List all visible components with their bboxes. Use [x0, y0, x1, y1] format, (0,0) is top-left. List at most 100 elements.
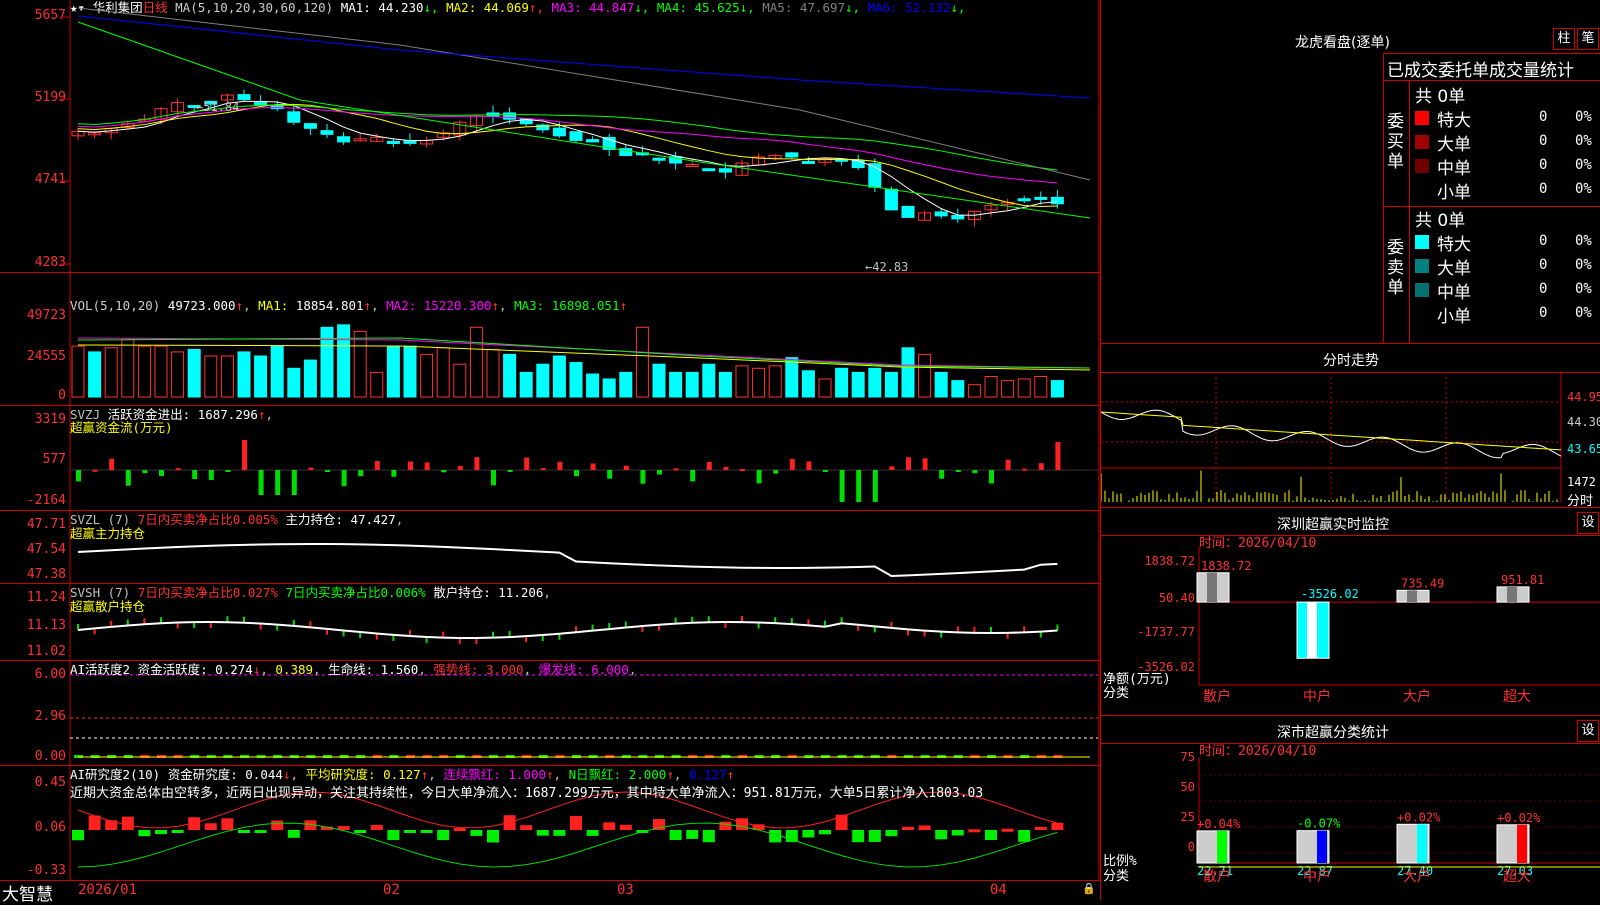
- buy-color-swatch: [1415, 135, 1429, 149]
- svzj-bar: [740, 469, 745, 472]
- svzj-bar: [1005, 459, 1011, 470]
- monitor-chart[interactable]: 1838.72 50.40 -1737.77 -3526.02 时间：2026/04/1…: [1101, 535, 1600, 715]
- classify-time: 时间：2026/04/10: [1199, 744, 1316, 759]
- candle-body: [1034, 196, 1048, 200]
- candle-body: [851, 159, 865, 169]
- volume-bar: [984, 376, 998, 398]
- candle-body: [303, 123, 317, 129]
- volume-bar: [785, 357, 799, 398]
- candle-body: [951, 215, 965, 220]
- svzj-bar: [175, 468, 181, 471]
- svzj-bar: [972, 470, 978, 474]
- classify-settings-button[interactable]: 设: [1577, 720, 1599, 742]
- volume-bar: [702, 363, 716, 398]
- sell-color-swatch: [1415, 259, 1429, 273]
- ai2-comment: 近期大资金总体由空转多，近两日出现异动，关注其持续性，今日大单净流入：1687.…: [70, 786, 984, 801]
- volume-bar: [154, 345, 168, 398]
- sell-row-name: 小单: [1437, 307, 1471, 327]
- ai2-bar: [935, 830, 948, 840]
- intraday-chart[interactable]: [1101, 372, 1600, 507]
- ai2-bar: [619, 824, 632, 830]
- ai2-bar: [736, 818, 748, 830]
- vol-y-label: 0: [58, 388, 66, 403]
- svzl-y-label: 47.71: [26, 517, 66, 532]
- volume-bar: [270, 345, 284, 398]
- ai2-bar: [437, 830, 450, 841]
- ai2-bar: [902, 826, 914, 830]
- ai2-bar: [287, 830, 300, 838]
- monitor-bar-shine: [1307, 602, 1317, 659]
- svzj-bar: [823, 470, 828, 472]
- ai1-y-label: 0.00: [34, 749, 66, 764]
- ai2-bar: [121, 816, 134, 830]
- svzj-bar: [308, 467, 314, 470]
- ai2-bar: [138, 830, 151, 837]
- candle-body: [503, 112, 517, 120]
- volume-bar: [718, 371, 732, 398]
- lock-icon[interactable]: 🔒: [1082, 882, 1096, 895]
- monitor-bar-shine: [1507, 586, 1517, 603]
- ai2-y-label: -0.33: [26, 863, 66, 878]
- bar-mode-button[interactable]: 柱: [1553, 28, 1575, 50]
- ai2-bar: [868, 830, 881, 842]
- high-mark: ←51.84: [196, 100, 240, 114]
- ai2-bar: [603, 822, 616, 830]
- svzj-bar: [408, 461, 413, 470]
- main-chart-area[interactable]: ★▾ 华利集团日线 MA(5,10,20,30,60,120) MA1: 44.…: [0, 0, 1100, 905]
- ai2-bar: [669, 830, 682, 840]
- monitor-bar-shine: [1207, 572, 1217, 603]
- ai2-bar: [470, 830, 483, 836]
- svzj-bar: [109, 458, 115, 470]
- ma-line: [77, 15, 1091, 99]
- classify-y-label: 50: [1181, 780, 1195, 794]
- intraday-title: 分时走势: [1323, 353, 1379, 369]
- sell-row-pct: 0%: [1575, 257, 1592, 273]
- volume-bar: [851, 371, 865, 398]
- buy-row-name: 中单: [1437, 159, 1471, 179]
- volume-bar: [171, 351, 185, 398]
- monitor-settings-button[interactable]: 设: [1577, 512, 1599, 534]
- sell-row-name: 大单: [1437, 259, 1471, 279]
- buy-label: 委买单: [1387, 112, 1404, 172]
- volume-bar: [137, 345, 151, 398]
- candle-body: [702, 168, 716, 172]
- monitor-time: 时间：2026/04/10: [1199, 536, 1316, 551]
- ai2-bar: [570, 816, 582, 830]
- sell-color-swatch: [1415, 235, 1429, 249]
- intraday-y-label: 44.95: [1567, 390, 1600, 404]
- volume-bar: [469, 326, 483, 398]
- volume-bar: [254, 355, 268, 398]
- svzj-bar: [1022, 468, 1028, 471]
- vol-y-label: 49723: [26, 308, 66, 323]
- svzj-subtitle: 超赢资金流(万元): [70, 420, 173, 435]
- monitor-title: 深圳超赢实时监控: [1277, 517, 1389, 533]
- svzj-bar: [142, 470, 148, 474]
- monitor-ylabel: 净额(万元): [1103, 672, 1171, 687]
- sell-row-count: 0: [1539, 305, 1548, 321]
- ai2-bar: [1051, 822, 1064, 830]
- volume-bar: [486, 348, 500, 398]
- svzj-bar: [424, 462, 430, 470]
- volume-bar: [868, 367, 882, 398]
- brand-logo[interactable]: 大智慧: [2, 880, 53, 905]
- ai2-bar: [586, 830, 599, 836]
- ma-line: [77, 7, 1091, 181]
- candle-body: [1050, 196, 1064, 205]
- svsh-line: [77, 621, 1058, 639]
- svzj-bar: [906, 457, 911, 470]
- monitor-category-label: 散户: [1203, 688, 1231, 705]
- ai2-y-label: 0.06: [34, 820, 66, 835]
- volume-bar: [71, 345, 85, 398]
- candle-body: [901, 205, 915, 218]
- ai2-bar: [719, 821, 732, 830]
- monitor-bar-label: 1838.72: [1201, 559, 1252, 573]
- monitor-category-label: 大户: [1403, 688, 1431, 705]
- stroke-mode-button[interactable]: 笔: [1577, 28, 1599, 50]
- volume-bar: [237, 351, 251, 398]
- ai1-lines: [70, 674, 1098, 758]
- classify-chart[interactable]: 7550250时间：2026/04/10+0.04%22.71散户-0.07%2…: [1101, 743, 1600, 900]
- volume-bar: [420, 353, 434, 398]
- sell-row-count: 0: [1539, 257, 1548, 273]
- svzj-bar: [922, 458, 928, 470]
- svzj-bar: [574, 470, 579, 477]
